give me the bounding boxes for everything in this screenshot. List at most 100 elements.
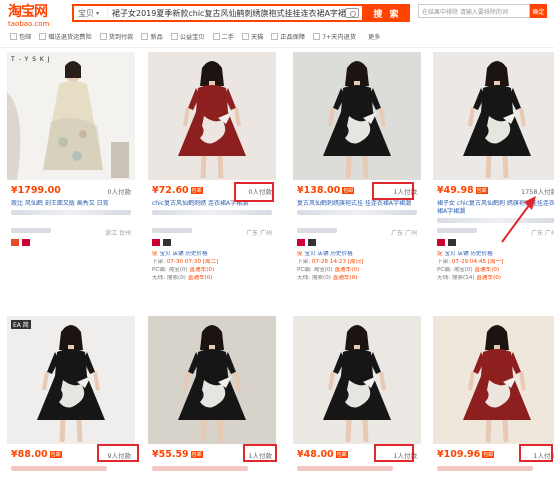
shop-icons [152, 239, 171, 246]
filter-checkbox[interactable]: 赠送退货运费险 [39, 32, 92, 41]
filter-label: 天猫 [250, 33, 264, 41]
product-image[interactable] [433, 316, 554, 444]
filter-checkbox[interactable]: 货到付款 [99, 32, 134, 41]
shop-badge-icon[interactable] [297, 239, 305, 246]
filter-row: 包邮 赠送退货运费险 货到付款 新品 公益宝贝 二手 天猫 正品保障 7+天内退货 更多 [10, 30, 380, 42]
search-scope-label: 宝贝 [78, 8, 94, 18]
meta-row: PC端: 淘宝(0) 直通车(0) [152, 267, 215, 273]
blurred-text [11, 210, 131, 215]
filter-label: 货到付款 [108, 33, 134, 41]
shop-name[interactable] [11, 228, 51, 235]
product-image[interactable] [7, 52, 135, 180]
filter-label: 二手 [221, 33, 234, 41]
search-bar: 宝贝 ▾ [72, 4, 364, 22]
wangwang-icon[interactable] [163, 239, 171, 246]
product-image[interactable] [433, 52, 554, 180]
free-shipping-badge: 包邮 [190, 451, 203, 458]
highlight-box [97, 444, 139, 462]
chevron-down-icon: ▾ [96, 9, 100, 17]
filter-checkbox[interactable]: 新品 [141, 32, 163, 41]
filter-label: 7+天内退货 [322, 33, 356, 41]
filter-label: 正品保障 [280, 33, 306, 41]
product-title[interactable] [437, 464, 554, 487]
sold-count: 1758人付款 [520, 188, 554, 196]
checkbox-icon [271, 32, 279, 40]
filter-checkbox[interactable]: 包邮 [10, 32, 31, 41]
wangwang-icon[interactable] [22, 239, 30, 246]
price-value: ¥48.00 [297, 449, 334, 460]
search-scope-select[interactable]: 宝贝 ▾ [74, 6, 108, 20]
free-shipping-badge: 包邮 [335, 451, 348, 458]
shop-icons [297, 239, 316, 246]
meta-row: 下架: 07-28 14:23 [周日] [297, 259, 364, 265]
shop-name[interactable] [152, 228, 192, 235]
filter-checkbox[interactable]: 二手 [212, 32, 234, 41]
search-input[interactable] [108, 8, 345, 18]
price-value: ¥72.60 [152, 185, 189, 196]
product-title[interactable]: 复古风仙鹤刺绣旗袍式挂 挂连衣裙A字裙潮 [297, 200, 417, 224]
meta-row: 下架: 07-30 07:30 [周二] [152, 259, 219, 265]
checkbox-icon [313, 32, 321, 40]
product-image[interactable] [148, 316, 276, 444]
filter-checkbox[interactable]: 正品保障 [271, 32, 305, 41]
checkbox-icon [212, 32, 220, 40]
meta-row: 下架: 07-29 04:45 [周一] [437, 259, 504, 265]
checkbox-icon [170, 32, 178, 40]
camera-icon[interactable] [345, 8, 359, 18]
blurred-text [152, 210, 272, 215]
filter-label: 新品 [150, 33, 163, 41]
sold-count: 0人付款 [107, 188, 131, 196]
product-price: ¥49.98 包邮 [437, 185, 488, 196]
search-button[interactable]: 搜 索 [364, 4, 410, 22]
filter-checkbox[interactable]: 7+天内退货 [313, 32, 356, 41]
product-image[interactable] [293, 52, 421, 180]
filter-label: 包邮 [19, 33, 32, 41]
logo-text: 淘宝网 [8, 4, 48, 20]
exclude-search-input[interactable]: 在结果中排除 请输入要排除的词 [418, 4, 530, 18]
product-title[interactable]: 蔹比 风仙鹤 刻王面又版 画秀又 日宵 [11, 200, 131, 224]
shop-badge-icon[interactable] [152, 239, 160, 246]
exclude-confirm-button[interactable]: 确定 [530, 4, 547, 18]
product-image[interactable] [293, 316, 421, 444]
meta-row: 促 宝贝 店铺 历史价格 [297, 251, 353, 257]
product-price: ¥109.96 包邮 [437, 449, 495, 460]
wangwang-icon[interactable] [308, 239, 316, 246]
product-title[interactable]: chic复古风仙鹤刺绣 连衣裙A字裙潮 [152, 200, 272, 224]
meta-row: PC端: 淘宝(0) 直通车(0) [437, 267, 500, 273]
checkbox-icon [39, 32, 47, 40]
filter-more-link[interactable]: 更多 [368, 32, 380, 41]
shop-name[interactable] [437, 228, 477, 235]
product-price: ¥55.59 包邮 [152, 449, 203, 460]
price-value: ¥1799.00 [11, 185, 61, 196]
product-title[interactable] [152, 464, 272, 487]
highlight-box [243, 444, 277, 462]
highlight-box [372, 182, 414, 200]
filter-checkbox[interactable]: 公益宝贝 [170, 32, 205, 41]
free-shipping-badge: 包邮 [475, 187, 488, 194]
annotation-arrow [501, 196, 536, 243]
logo-subtext: taobao.com [8, 20, 50, 28]
shop-location: 浙江 台州 [105, 230, 131, 237]
free-shipping-badge: 包邮 [190, 187, 203, 194]
price-value: ¥55.59 [152, 449, 189, 460]
checkbox-icon [241, 32, 249, 40]
highlight-box [374, 444, 414, 462]
price-value: ¥138.00 [297, 185, 341, 196]
free-shipping-badge: 包邮 [49, 451, 62, 458]
product-title[interactable] [297, 464, 417, 487]
wangwang-icon[interactable] [448, 239, 456, 246]
image-watermark: T - Y S K J [11, 56, 51, 63]
product-image[interactable] [148, 52, 276, 180]
meta-row: 无线: 搜索(0) 直通车(0) [297, 275, 358, 281]
product-price: ¥72.60 包邮 [152, 185, 203, 196]
highlight-box [234, 182, 274, 202]
shop-name[interactable] [297, 228, 337, 235]
product-image[interactable] [7, 316, 135, 444]
shop-badge-icon[interactable] [437, 239, 445, 246]
free-shipping-badge: 包邮 [482, 451, 495, 458]
filter-checkbox[interactable]: 天猫 [241, 32, 264, 41]
shop-badge-icon[interactable] [11, 239, 19, 246]
taobao-logo[interactable]: 淘宝网 taobao.com [8, 4, 58, 29]
product-title[interactable] [11, 464, 131, 487]
price-value: ¥109.96 [437, 449, 481, 460]
